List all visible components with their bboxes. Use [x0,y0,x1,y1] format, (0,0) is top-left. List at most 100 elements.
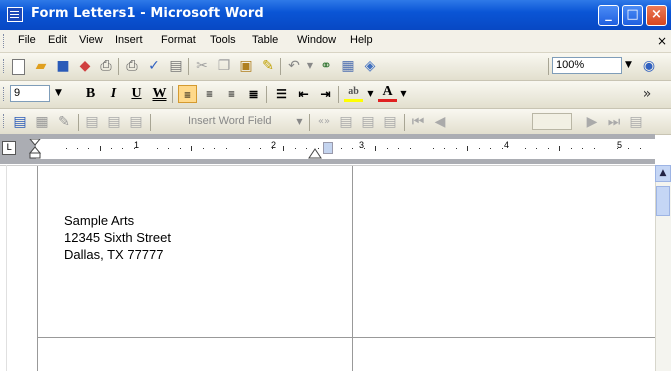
separator [548,58,549,75]
menu-table[interactable]: Table [252,34,278,46]
find-entry-icon[interactable]: ▤ [628,114,644,130]
menu-grip[interactable] [3,34,7,48]
menu-format[interactable]: Format [161,34,196,46]
column-marker[interactable] [323,142,333,154]
menu-edit[interactable]: Edit [48,34,67,46]
align-left-button[interactable]: ≡ [178,85,197,103]
menu-tools[interactable]: Tools [210,34,236,46]
title-bar[interactable]: Form Letters1 - Microsoft Word _ □ × [0,0,671,30]
right-indent-marker[interactable] [308,147,322,159]
document-close-icon[interactable]: × [657,34,667,48]
font-color-dropdown-icon[interactable]: ▼ [397,85,410,102]
next-record-icon[interactable]: ▶ [584,114,600,130]
word-underline-button[interactable]: W [150,85,169,103]
research-icon[interactable]: ▤ [168,58,184,74]
view-merged-data-icon[interactable]: «» [316,114,332,130]
previous-record-icon[interactable]: ◀ [432,114,448,130]
undo-icon[interactable]: ↶ [286,58,302,74]
main-document-setup-icon[interactable]: ▤ [12,114,28,130]
font-color-icon[interactable]: A [378,85,397,102]
scroll-thumb[interactable] [656,186,670,216]
insert-greeting-line-icon[interactable]: ▤ [106,114,122,130]
font-size-box[interactable]: 9 [10,85,50,102]
propagate-labels-icon[interactable]: ▤ [382,114,398,130]
address-line-name: Sample Arts [64,213,135,228]
ruler-number: 5 [617,140,623,150]
font-size-dropdown-icon[interactable]: ▼ [52,85,65,102]
spelling-icon[interactable]: ✓ [146,58,162,74]
align-right-button[interactable]: ≡ [222,85,241,103]
align-center-button[interactable]: ≡ [200,85,219,103]
toolbar-grip[interactable] [3,59,7,73]
minimize-button[interactable]: _ [598,5,619,26]
increase-indent-icon[interactable]: ⇥ [316,85,335,103]
italic-button[interactable]: I [104,85,123,103]
menu-insert[interactable]: Insert [115,34,143,46]
save-icon[interactable]: ■ [55,58,71,74]
toolbar-grip[interactable] [3,114,7,128]
menu-file[interactable]: File [18,34,36,46]
first-line-indent-marker[interactable] [28,139,42,159]
maximize-button[interactable]: □ [622,5,643,26]
cut-icon[interactable]: ✂ [194,58,210,74]
ruler-area[interactable] [28,139,655,159]
separator [338,86,339,103]
highlight-icon[interactable]: ab [344,85,363,102]
insert-address-block-icon[interactable]: ▤ [84,114,100,130]
help-icon[interactable]: ◉ [641,58,657,74]
mail-merge-toolbar: ▤ ▦ ✎ ▤ ▤ ▤ Insert Word Field ▼ «» ▤ ▤ ▤… [0,109,671,135]
window-title: Form Letters1 - Microsoft Word [31,6,264,21]
table-icon[interactable]: ▦ [340,58,356,74]
separator [266,86,267,103]
bullets-icon[interactable]: ☰ [272,85,291,103]
permission-icon[interactable]: ◆ [77,58,93,74]
format-painter-icon[interactable]: ✎ [260,58,276,74]
last-record-icon[interactable]: ⏭ [606,114,622,130]
close-button[interactable]: × [646,5,667,26]
print-icon[interactable]: ⎙ [98,58,114,74]
match-fields-icon[interactable]: ▤ [360,114,376,130]
paste-icon[interactable]: ▣ [238,58,254,74]
ruler-number: 1 [134,140,140,150]
separator [78,114,79,131]
separator [172,86,173,103]
standard-toolbar: ▰ ■ ◆ ⎙ ⎙ ✓ ▤ ✂ ❐ ▣ ✎ ↶ ▼ ⚭ ▦ ◈ 100% ▼ ◉ [0,53,671,81]
decrease-indent-icon[interactable]: ⇤ [294,85,313,103]
toolbar-options-icon[interactable]: » [639,86,655,102]
word-app-icon[interactable] [7,7,23,22]
recipients-icon[interactable]: ✎ [56,114,72,130]
menu-view[interactable]: View [79,34,103,46]
separator [188,58,189,75]
open-folder-icon[interactable]: ▰ [33,58,49,74]
undo-dropdown-icon[interactable]: ▼ [302,58,318,74]
highlight-merge-fields-icon[interactable]: ▤ [338,114,354,130]
record-number-box[interactable] [532,113,572,130]
print-preview-icon[interactable]: ⎙ [124,58,140,74]
bold-button[interactable]: B [81,85,100,103]
menu-window[interactable]: Window [297,34,336,46]
new-document-icon[interactable] [12,59,25,75]
highlight-dropdown-icon[interactable]: ▼ [364,85,377,102]
zoom-box[interactable]: 100% [552,57,622,74]
hyperlink-icon[interactable]: ⚭ [318,58,334,74]
underline-button[interactable]: U [127,85,146,103]
toolbar-grip[interactable] [3,87,7,101]
zoom-dropdown-icon[interactable]: ▼ [622,57,635,74]
insert-merge-fields-icon[interactable]: ▤ [128,114,144,130]
tab-selector-icon[interactable]: L [2,141,16,155]
document-area[interactable]: Sample Arts 12345 Sixth Street Dallas, T… [0,165,655,371]
separator [404,114,405,131]
address-line-city: Dallas, TX 77777 [64,247,164,262]
first-record-icon[interactable]: ⏮ [410,114,426,130]
scroll-up-icon[interactable]: ▲ [655,165,671,182]
address-line-street: 12345 Sixth Street [64,230,171,245]
menu-help[interactable]: Help [350,34,373,46]
insert-word-field-dropdown-icon[interactable]: ▼ [293,113,306,130]
open-data-source-icon[interactable]: ▦ [34,114,50,130]
insert-word-field-button[interactable]: Insert Word Field [188,115,272,127]
copy-icon[interactable]: ❐ [216,58,232,74]
label-table-gridlines [0,165,655,371]
excel-icon[interactable]: ◈ [362,58,378,74]
justify-button[interactable]: ≣ [244,85,263,103]
ruler-ticks [66,146,641,151]
